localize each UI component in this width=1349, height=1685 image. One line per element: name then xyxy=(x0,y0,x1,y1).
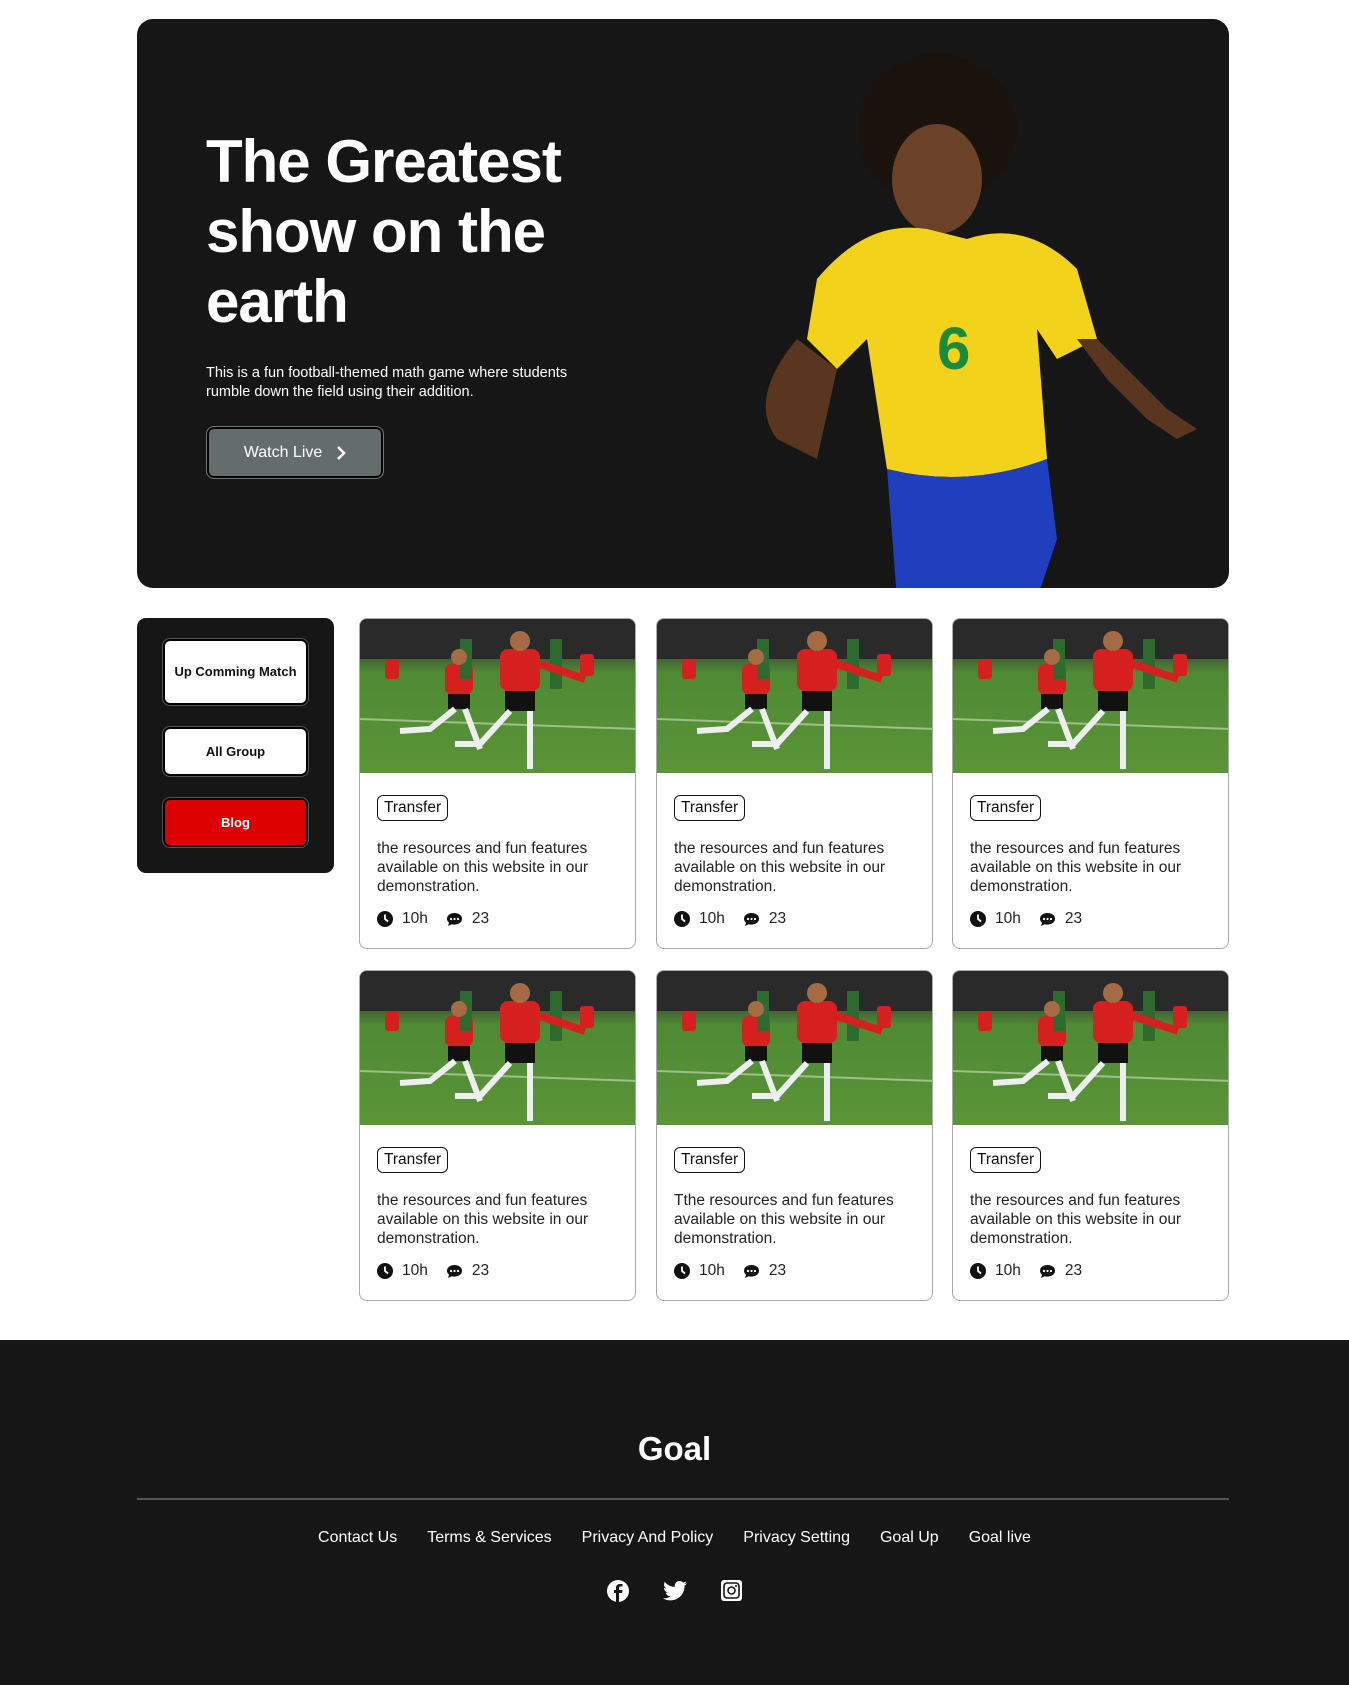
footer-link-goal-live[interactable]: Goal live xyxy=(969,1529,1031,1547)
card-meta: 10h 23 xyxy=(377,1262,489,1280)
news-card[interactable]: Transfer Tthe resources and fun features… xyxy=(656,970,933,1301)
clock-icon xyxy=(674,1263,690,1279)
card-description: the resources and fun features available… xyxy=(970,1192,1182,1247)
footer-link-privacy-policy[interactable]: Privacy And Policy xyxy=(582,1529,714,1547)
footer: Goal Contact Us Terms & Services Privacy… xyxy=(0,1340,1349,1685)
watch-live-label: Watch Live xyxy=(243,443,323,461)
sidebar: Up Comming Match All Group Blog xyxy=(137,618,334,873)
comment-icon xyxy=(1039,1264,1055,1278)
jersey-number: 6 xyxy=(937,315,970,382)
time-ago: 10h xyxy=(402,1262,428,1279)
category-tag[interactable]: Transfer xyxy=(674,795,746,821)
card-meta: 10h 23 xyxy=(377,910,489,928)
category-tag[interactable]: Transfer xyxy=(970,795,1042,821)
comment-count: 23 xyxy=(471,1262,490,1279)
sidebar-item-all-group[interactable]: All Group xyxy=(163,727,308,776)
footer-link-terms[interactable]: Terms & Services xyxy=(427,1529,551,1547)
comment-icon xyxy=(446,912,462,926)
card-description: the resources and fun features available… xyxy=(970,840,1182,895)
category-tag[interactable]: Transfer xyxy=(674,1147,746,1173)
news-card[interactable]: Transfer the resources and fun features … xyxy=(359,970,636,1301)
clock-icon xyxy=(377,1263,393,1279)
card-description: the resources and fun features available… xyxy=(377,1192,589,1247)
time-ago: 10h xyxy=(995,1262,1021,1279)
card-image xyxy=(657,971,932,1125)
sidebar-item-upcoming-match[interactable]: Up Comming Match xyxy=(163,639,308,705)
comment-icon xyxy=(1039,912,1055,926)
comment-icon xyxy=(446,1264,462,1278)
news-card[interactable]: Transfer the resources and fun features … xyxy=(656,618,933,949)
category-tag[interactable]: Transfer xyxy=(970,1147,1042,1173)
footer-link-privacy-setting[interactable]: Privacy Setting xyxy=(743,1529,850,1547)
comment-count: 23 xyxy=(768,910,787,927)
footer-link-goal-up[interactable]: Goal Up xyxy=(880,1529,939,1547)
comment-count: 23 xyxy=(1064,910,1083,927)
hero-description: This is a fun football-themed math game … xyxy=(206,365,568,400)
hero-banner: The Greatest show on the earth This is a… xyxy=(137,19,1229,588)
comment-count: 23 xyxy=(471,910,490,927)
comment-icon xyxy=(743,912,759,926)
clock-icon xyxy=(970,911,986,927)
time-ago: 10h xyxy=(699,910,725,927)
comment-count: 23 xyxy=(1064,1262,1083,1279)
time-ago: 10h xyxy=(699,1262,725,1279)
watch-live-button[interactable]: Watch Live xyxy=(206,426,384,479)
news-card[interactable]: Transfer the resources and fun features … xyxy=(359,618,636,949)
card-description: the resources and fun features available… xyxy=(377,840,589,895)
sidebar-item-blog[interactable]: Blog xyxy=(163,798,308,847)
hero-title: The Greatest show on the earth xyxy=(206,128,562,335)
clock-icon xyxy=(970,1263,986,1279)
footer-link-contact[interactable]: Contact Us xyxy=(318,1529,397,1547)
time-ago: 10h xyxy=(402,910,428,927)
divider xyxy=(137,1498,1229,1500)
footer-logo[interactable]: Goal xyxy=(0,1430,1349,1468)
player-image: 6 xyxy=(765,54,1197,588)
card-image xyxy=(657,619,932,773)
category-tag[interactable]: Transfer xyxy=(377,1147,449,1173)
comment-icon xyxy=(743,1264,759,1278)
card-image xyxy=(360,619,635,773)
footer-links: Contact Us Terms & Services Privacy And … xyxy=(0,1529,1349,1547)
comment-count: 23 xyxy=(768,1262,787,1279)
news-card[interactable]: Transfer the resources and fun features … xyxy=(952,618,1229,949)
category-tag[interactable]: Transfer xyxy=(377,795,449,821)
instagram-icon[interactable] xyxy=(721,1580,742,1601)
card-meta: 10h 23 xyxy=(674,910,786,928)
news-card[interactable]: Transfer the resources and fun features … xyxy=(952,970,1229,1301)
card-description: Tthe resources and fun features availabl… xyxy=(674,1192,894,1247)
facebook-icon[interactable] xyxy=(607,1580,629,1602)
card-image xyxy=(953,971,1228,1125)
social-links xyxy=(0,1580,1349,1602)
card-meta: 10h 23 xyxy=(674,1262,786,1280)
card-image xyxy=(360,971,635,1125)
clock-icon xyxy=(674,911,690,927)
card-meta: 10h 23 xyxy=(970,1262,1082,1280)
time-ago: 10h xyxy=(995,910,1021,927)
clock-icon xyxy=(377,911,393,927)
chevron-right-icon xyxy=(337,445,347,460)
twitter-icon[interactable] xyxy=(663,1580,687,1602)
card-image xyxy=(953,619,1228,773)
card-description: the resources and fun features available… xyxy=(674,840,886,895)
card-meta: 10h 23 xyxy=(970,910,1082,928)
